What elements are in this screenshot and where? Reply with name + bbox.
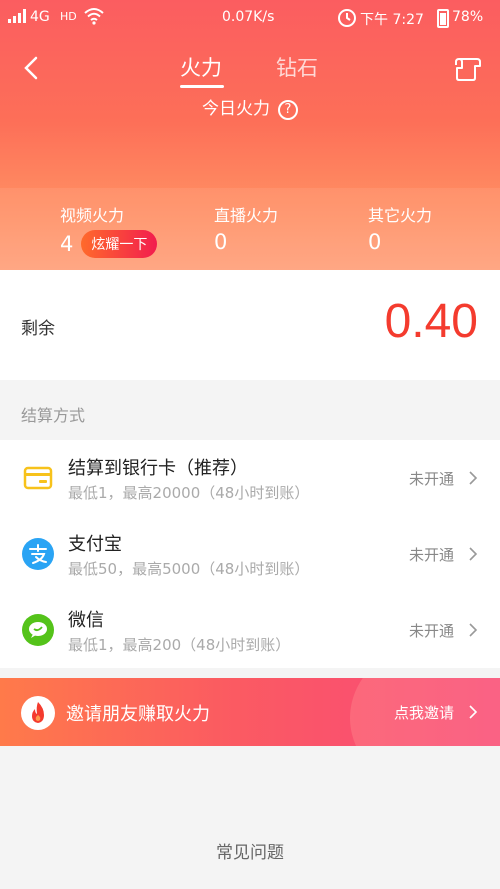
stat-value: 4 (60, 232, 74, 256)
invite-action: 点我邀请 (393, 704, 454, 722)
bank-card-icon (23, 466, 53, 490)
battery-icon (437, 9, 449, 28)
network-type: 4G (30, 9, 50, 25)
alipay-icon (22, 538, 54, 570)
settlement-section-title: 结算方式 (21, 406, 86, 425)
show-off-button[interactable]: 炫耀一下 (81, 230, 158, 258)
detail-icon[interactable] (453, 56, 483, 82)
pay-status: 未开通 (408, 622, 454, 640)
stat-video-fire: 视频火力 4 炫耀一下 (60, 202, 158, 258)
fire-icon (21, 696, 55, 730)
battery-percent: 78% (452, 9, 484, 25)
chevron-right-icon (469, 471, 478, 485)
wechat-icon (22, 614, 54, 646)
chevron-right-icon (469, 547, 478, 561)
status-bar: 4G HD 0.07K/s 下午 7:27 78% (0, 0, 500, 36)
signal-icon (8, 9, 26, 23)
stat-value: 0 (214, 230, 228, 254)
settle-bank-card[interactable]: 结算到银行卡（推荐） 最低1，最高20000（48小时到账） 未开通 (0, 440, 500, 516)
tab-diamond[interactable]: 钻石 (276, 52, 318, 82)
stat-value: 0 (368, 230, 382, 254)
chevron-right-icon (469, 705, 478, 719)
clock: 下午 7:27 (360, 12, 424, 28)
pay-subtitle: 最低1，最高200（48小时到账） (68, 636, 291, 654)
invite-friends-banner[interactable]: 邀请朋友赚取火力 点我邀请 (0, 678, 500, 746)
tab-fire[interactable]: 火力 (180, 52, 222, 82)
pay-title: 支付宝 (68, 534, 122, 555)
today-fire-text: 今日火力 (202, 99, 270, 119)
settle-alipay[interactable]: 支付宝 最低50，最高5000（48小时到账） 未开通 (0, 516, 500, 592)
back-arrow-icon[interactable] (18, 54, 46, 82)
stat-label: 直播火力 (214, 206, 279, 225)
top-nav: 火力 钻石 (0, 40, 500, 96)
pay-title: 结算到银行卡（推荐） (68, 458, 248, 479)
active-tab-indicator (180, 85, 224, 88)
today-fire-label: 今日火力? (0, 94, 500, 120)
pay-status: 未开通 (408, 546, 454, 564)
settle-wechat[interactable]: 微信 最低1，最高200（48小时到账） 未开通 (0, 592, 500, 668)
hd-indicator: HD (60, 10, 77, 23)
invite-text: 邀请朋友赚取火力 (66, 704, 210, 725)
remaining-value: 0.40 (384, 295, 478, 348)
alarm-icon (338, 9, 356, 27)
pay-subtitle: 最低1，最高20000（48小时到账） (68, 484, 310, 502)
stat-live-fire: 直播火力 0 (214, 202, 278, 254)
remaining-panel: 剩余 0.40 (0, 270, 500, 380)
remaining-label: 剩余 (21, 319, 55, 339)
fire-stats: 视频火力 4 炫耀一下 直播火力 0 其它火力 0 (0, 188, 500, 270)
stat-label: 视频火力 (60, 206, 125, 225)
chevron-right-icon (469, 623, 478, 637)
network-speed: 0.07K/s (222, 9, 275, 25)
pay-title: 微信 (68, 610, 104, 631)
faq-link[interactable]: 常见问题 (0, 838, 500, 863)
stat-other-fire: 其它火力 0 (368, 202, 432, 254)
wifi-icon (84, 8, 104, 25)
pay-subtitle: 最低50，最高5000（48小时到账） (68, 560, 310, 578)
stat-label: 其它火力 (368, 206, 433, 225)
pay-status: 未开通 (408, 470, 454, 488)
help-icon[interactable]: ? (278, 100, 298, 120)
